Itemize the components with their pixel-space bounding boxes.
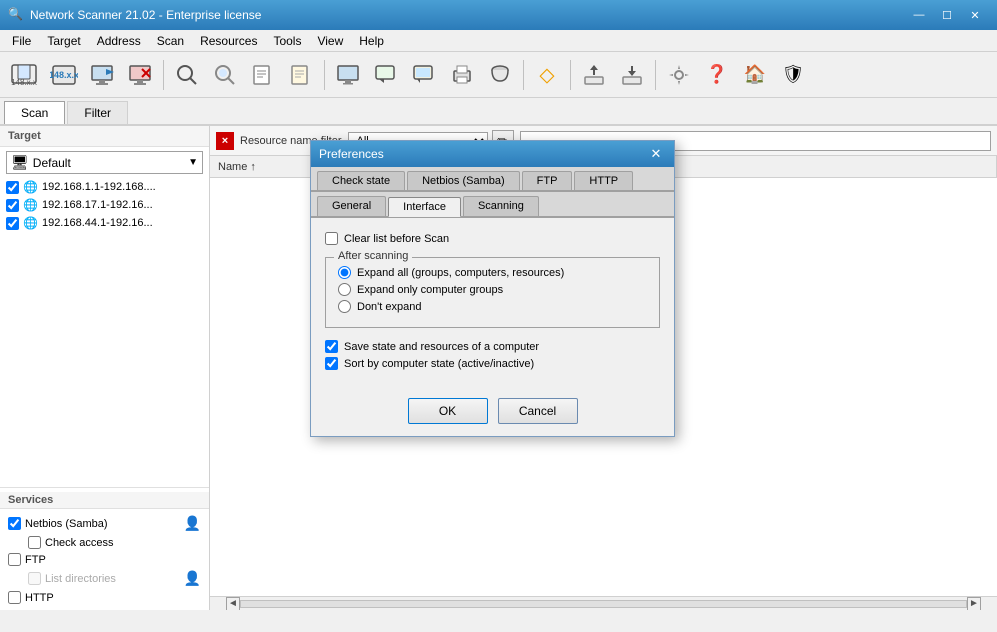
after-scanning-group: After scanning Expand all (groups, compu…	[325, 257, 660, 328]
radio-dont-expand: Don't expand	[338, 300, 647, 313]
tab-check-state[interactable]: Check state	[317, 171, 405, 190]
radio-expand-groups-input[interactable]	[338, 283, 351, 296]
tab-netbios[interactable]: Netbios (Samba)	[407, 171, 520, 190]
radio-expand-all: Expand all (groups, computers, resources…	[338, 266, 647, 279]
ok-button[interactable]: OK	[408, 398, 488, 424]
dialog-tab-row-1: Check state Netbios (Samba) FTP HTTP	[311, 167, 674, 192]
cancel-button[interactable]: Cancel	[498, 398, 578, 424]
after-scanning-label: After scanning	[334, 250, 412, 262]
radio-expand-groups-label: Expand only computer groups	[357, 284, 503, 296]
clear-list-row: Clear list before Scan	[325, 232, 660, 245]
radio-dont-expand-input[interactable]	[338, 300, 351, 313]
radio-dont-expand-label: Don't expand	[357, 301, 421, 313]
radio-expand-all-input[interactable]	[338, 266, 351, 279]
preferences-dialog: Preferences ✕ Check state Netbios (Samba…	[310, 140, 675, 437]
footer-checks: Save state and resources of a computer S…	[325, 340, 660, 370]
clear-list-checkbox[interactable]	[325, 232, 338, 245]
sort-checkbox[interactable]	[325, 357, 338, 370]
dialog-buttons: OK Cancel	[311, 390, 674, 436]
radio-expand-all-label: Expand all (groups, computers, resources…	[357, 267, 564, 279]
dialog-title: Preferences	[319, 147, 646, 161]
tab-scanning[interactable]: Scanning	[463, 196, 539, 216]
tab-ftp[interactable]: FTP	[522, 171, 573, 190]
radio-expand-groups: Expand only computer groups	[338, 283, 647, 296]
dialog-titlebar: Preferences ✕	[311, 141, 674, 167]
sort-label: Sort by computer state (active/inactive)	[344, 358, 534, 370]
dialog-close-button[interactable]: ✕	[646, 145, 666, 163]
sort-row: Sort by computer state (active/inactive)	[325, 357, 660, 370]
tab-general[interactable]: General	[317, 196, 386, 216]
dialog-tab-row-2: General Interface Scanning	[311, 192, 674, 218]
clear-list-label: Clear list before Scan	[344, 233, 449, 245]
save-state-row: Save state and resources of a computer	[325, 340, 660, 353]
tab-interface[interactable]: Interface	[388, 197, 461, 217]
save-state-label: Save state and resources of a computer	[344, 341, 539, 353]
save-state-checkbox[interactable]	[325, 340, 338, 353]
dialog-content: Clear list before Scan After scanning Ex…	[311, 218, 674, 390]
tab-http[interactable]: HTTP	[574, 171, 633, 190]
